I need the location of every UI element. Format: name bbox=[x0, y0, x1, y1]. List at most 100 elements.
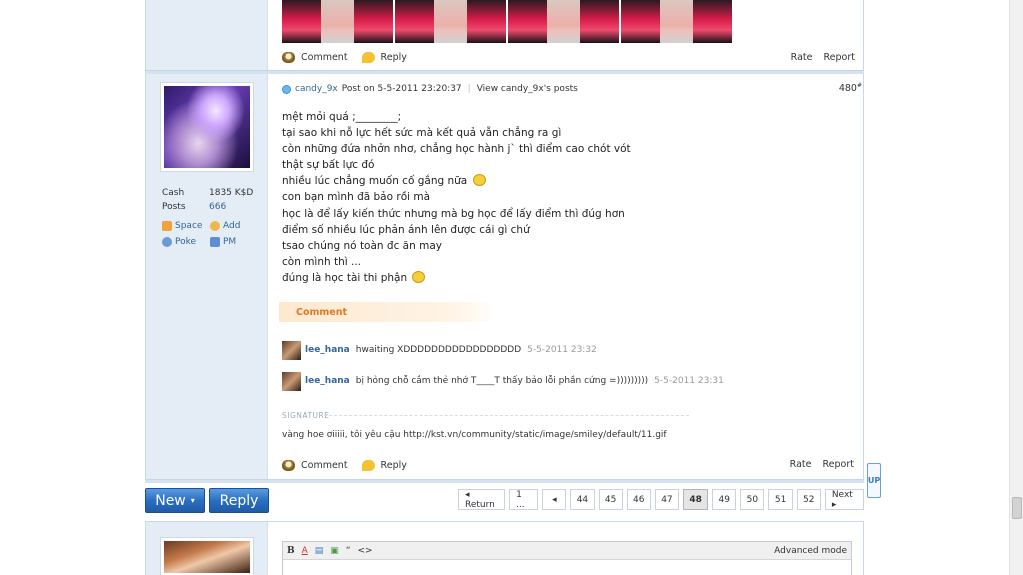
post-line: còn mình thì ... bbox=[282, 255, 362, 268]
quick-reply: B A ▤ ▣ “ <> Advanced mode bbox=[145, 521, 864, 575]
bold-button[interactable]: B bbox=[287, 546, 295, 556]
post-body: mệt mỏi quá ;________; tại sao khi nỗ lự… bbox=[282, 109, 842, 286]
pager-first[interactable]: 1 ... bbox=[509, 489, 539, 510]
previous-post-sidebar bbox=[146, 0, 268, 70]
post-actions: Comment Reply bbox=[282, 458, 417, 472]
post-divider bbox=[145, 479, 864, 483]
code-button[interactable]: <> bbox=[357, 546, 372, 556]
cash-label: Cash bbox=[162, 188, 185, 198]
view-posts-link[interactable]: View candy_9x's posts bbox=[477, 84, 578, 94]
comment-time: 5-5-2011 23:32 bbox=[527, 345, 597, 355]
author-links: Space Add Poke PM bbox=[162, 218, 258, 250]
commenter-avatar[interactable] bbox=[282, 340, 301, 360]
post-480: Cash 1835 K$D Posts 666 Space Add Poke P… bbox=[145, 74, 864, 479]
space-link[interactable]: Space bbox=[162, 218, 210, 234]
pager-page[interactable]: 51 bbox=[768, 489, 793, 510]
current-user-avatar bbox=[160, 537, 254, 575]
pager-prev[interactable]: ◂ bbox=[542, 489, 567, 510]
previous-post: Comment Reply Rate Report bbox=[145, 0, 864, 70]
post-content: candy_9x Post on 5-5-2011 23:20:37 | Vie… bbox=[279, 74, 862, 479]
rate-link[interactable]: Rate bbox=[790, 459, 812, 470]
pager-page[interactable]: 49 bbox=[712, 489, 737, 510]
reply-icon bbox=[361, 459, 375, 471]
post-line: còn những đứa nhởn nhơ, chẳng học hành j… bbox=[282, 143, 631, 156]
reply-button[interactable]: Reply bbox=[381, 52, 407, 63]
pager-page[interactable]: 47 bbox=[654, 489, 680, 510]
poke-icon bbox=[162, 237, 172, 247]
add-friend-icon bbox=[210, 221, 220, 231]
comment-button[interactable]: Comment bbox=[301, 52, 348, 63]
post-rate-report: Rate Report bbox=[782, 459, 854, 470]
commenter-name-link[interactable]: lee_hana bbox=[305, 376, 350, 386]
sweat-smiley-icon bbox=[472, 174, 486, 187]
new-thread-button[interactable]: New ▾ bbox=[145, 488, 205, 513]
comment-section-title: Comment bbox=[296, 307, 348, 318]
reply-icon bbox=[361, 51, 375, 63]
commenter-avatar[interactable] bbox=[282, 371, 301, 391]
posts-count-link[interactable]: 666 bbox=[209, 200, 226, 214]
pager-page[interactable]: 44 bbox=[570, 489, 595, 510]
quote-button[interactable]: “ bbox=[346, 546, 351, 556]
post-line: con bạn mình đã bảo rồi mà bbox=[282, 191, 431, 204]
editor-toolbar: B A ▤ ▣ “ <> Advanced mode bbox=[283, 542, 851, 560]
previous-post-rate-report: Rate Report bbox=[783, 52, 855, 63]
signature-label: SIGNATURE bbox=[282, 411, 330, 420]
scrollbar[interactable] bbox=[1009, 0, 1023, 575]
post-line: nhiều lúc chẳng muốn cố gắng nữa bbox=[282, 173, 842, 189]
image-button[interactable]: ▤ bbox=[315, 546, 324, 556]
author-sidebar: Cash 1835 K$D Posts 666 Space Add Poke P… bbox=[146, 74, 268, 479]
dropdown-arrow-icon: ▾ bbox=[190, 496, 195, 505]
reply-sidebar bbox=[146, 522, 268, 575]
pagination: ◂ Return 1 ... ◂ 44 45 46 47 48 49 50 51… bbox=[458, 489, 865, 510]
previous-post-actions: Comment Reply bbox=[282, 50, 417, 64]
comment-text: hwaiting XDDDDDDDDDDDDDDDDD bbox=[355, 345, 522, 355]
cash-value: 1835 K$D bbox=[209, 188, 254, 198]
poke-link[interactable]: Poke bbox=[162, 234, 210, 250]
post-line: mệt mỏi quá ;________; bbox=[282, 111, 402, 123]
media-button[interactable]: ▣ bbox=[330, 546, 339, 556]
reply-button[interactable]: Reply bbox=[381, 460, 407, 471]
back-to-top-button[interactable]: UP bbox=[867, 463, 881, 498]
author-name-link[interactable]: candy_9x bbox=[295, 84, 338, 94]
signature-text: vàng hoe ơiiiii, tôi yêu cậu http://kst.… bbox=[282, 430, 667, 440]
add-friend-link[interactable]: Add bbox=[210, 218, 258, 234]
post-line: tại sao khi nỗ lực hết sức mà kết quả vẫ… bbox=[282, 127, 562, 140]
report-link[interactable]: Report bbox=[824, 52, 856, 63]
rate-link[interactable]: Rate bbox=[791, 52, 813, 63]
pager-page[interactable]: 45 bbox=[598, 489, 623, 510]
pager-page[interactable]: 50 bbox=[740, 489, 765, 510]
scrollbar-thumb[interactable] bbox=[1012, 497, 1022, 519]
avatar[interactable] bbox=[160, 82, 254, 172]
post-number[interactable]: 480# bbox=[839, 82, 862, 94]
home-icon bbox=[162, 221, 172, 231]
pager-page[interactable]: 46 bbox=[626, 489, 651, 510]
comment-item: lee_hana hwaiting XDDDDDDDDDDDDDDDDD 5-5… bbox=[282, 340, 597, 360]
reply-thread-button[interactable]: Reply bbox=[209, 488, 269, 513]
comment-button[interactable]: Comment bbox=[301, 460, 348, 471]
report-link[interactable]: Report bbox=[823, 459, 855, 470]
comment-time: 5-5-2011 23:31 bbox=[654, 376, 724, 386]
author-stats: Cash 1835 K$D Posts 666 bbox=[162, 186, 253, 214]
envelope-icon bbox=[210, 237, 220, 247]
post-meta: candy_9x Post on 5-5-2011 23:20:37 | Vie… bbox=[282, 82, 862, 96]
advanced-mode-link[interactable]: Advanced mode bbox=[774, 546, 847, 556]
post-date: Post on 5-5-2011 23:20:37 bbox=[341, 84, 462, 94]
font-color-button[interactable]: A bbox=[302, 546, 308, 556]
reply-editor[interactable]: B A ▤ ▣ “ <> Advanced mode bbox=[282, 541, 852, 575]
posts-label: Posts bbox=[162, 202, 186, 212]
new-label: New bbox=[155, 492, 186, 509]
online-status-icon bbox=[282, 84, 291, 94]
pager-page[interactable]: 52 bbox=[796, 489, 821, 510]
comment-icon bbox=[282, 459, 295, 471]
signature-divider bbox=[324, 415, 689, 416]
post-image[interactable] bbox=[282, 0, 732, 43]
pm-link[interactable]: PM bbox=[210, 234, 258, 250]
post-line: thật sự bất lực đó bbox=[282, 159, 375, 172]
comment-text: bị hỏng chỗ cắm thẻ nhớ T____T thấy bảo … bbox=[355, 376, 649, 386]
pager-return[interactable]: ◂ Return bbox=[458, 489, 506, 510]
commenter-name-link[interactable]: lee_hana bbox=[305, 345, 350, 355]
pager-current-page: 48 bbox=[683, 489, 709, 510]
forum-thread: Comment Reply Rate Report Cash 1835 K$D … bbox=[145, 0, 865, 575]
post-line: điểm số nhiều lúc phản ánh lên được cái … bbox=[282, 223, 530, 236]
pager-next[interactable]: Next ▸ bbox=[824, 489, 865, 510]
